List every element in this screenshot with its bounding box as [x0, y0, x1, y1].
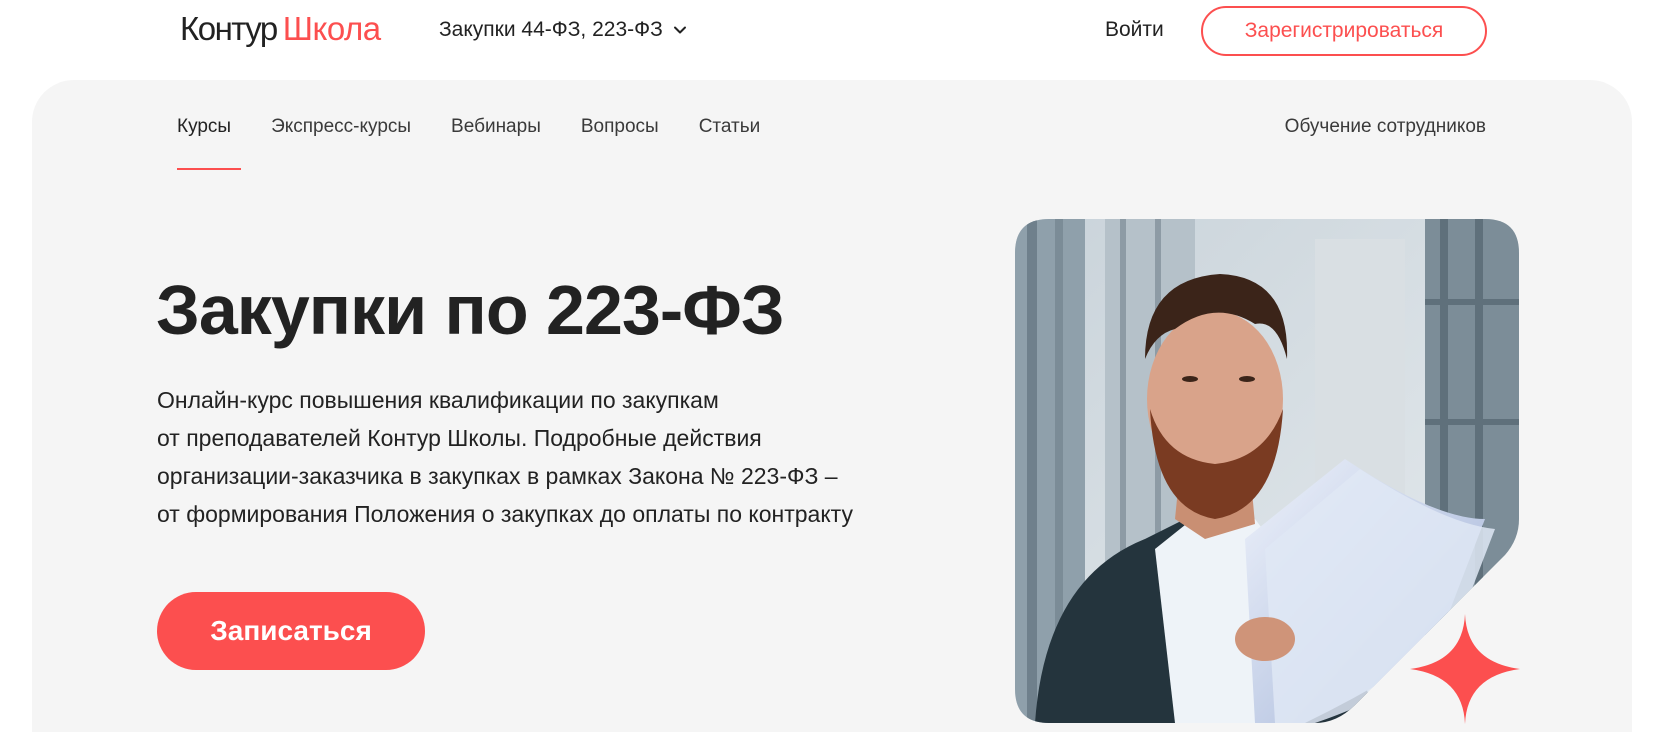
chevron-down-icon [673, 23, 687, 37]
enroll-button[interactable]: Записаться [157, 592, 425, 670]
nav-item-questions[interactable]: Вопросы [581, 114, 659, 140]
page-title: Закупки по 223-ФЗ [156, 271, 785, 349]
sparkle-icon [1410, 614, 1520, 724]
login-link[interactable]: Войти [1105, 16, 1164, 44]
register-button[interactable]: Зарегистрироваться [1201, 6, 1487, 56]
description-line: организации-заказчика в закупках в рамка… [157, 463, 838, 489]
logo-shkola: Школа [282, 10, 381, 47]
section-nav: Курсы Экспресс-курсы Вебинары Вопросы Ст… [177, 114, 760, 140]
site-header: Контур Школа Закупки 44-ФЗ, 223-ФЗ Войти… [0, 0, 1656, 80]
description-line: от формирования Положения о закупках до … [157, 501, 853, 527]
nav-item-webinars[interactable]: Вебинары [451, 114, 541, 140]
category-dropdown[interactable]: Закупки 44-ФЗ, 223-ФЗ [439, 16, 687, 44]
active-tab-indicator [177, 168, 241, 170]
category-label: Закупки 44-ФЗ, 223-ФЗ [439, 18, 663, 41]
logo[interactable]: Контур Школа [180, 10, 381, 50]
nav-item-articles[interactable]: Статьи [699, 114, 761, 140]
nav-item-express-courses[interactable]: Экспресс-курсы [271, 114, 411, 140]
logo-kontur: Контур [180, 10, 278, 47]
course-description: Онлайн-курс повышения квалификации по за… [157, 381, 917, 533]
description-line: от преподавателей Контур Школы. Подробны… [157, 425, 762, 451]
nav-item-courses[interactable]: Курсы [177, 114, 231, 140]
nav-item-staff-training[interactable]: Обучение сотрудников [1285, 114, 1486, 140]
description-line: Онлайн-курс повышения квалификации по за… [157, 387, 719, 413]
